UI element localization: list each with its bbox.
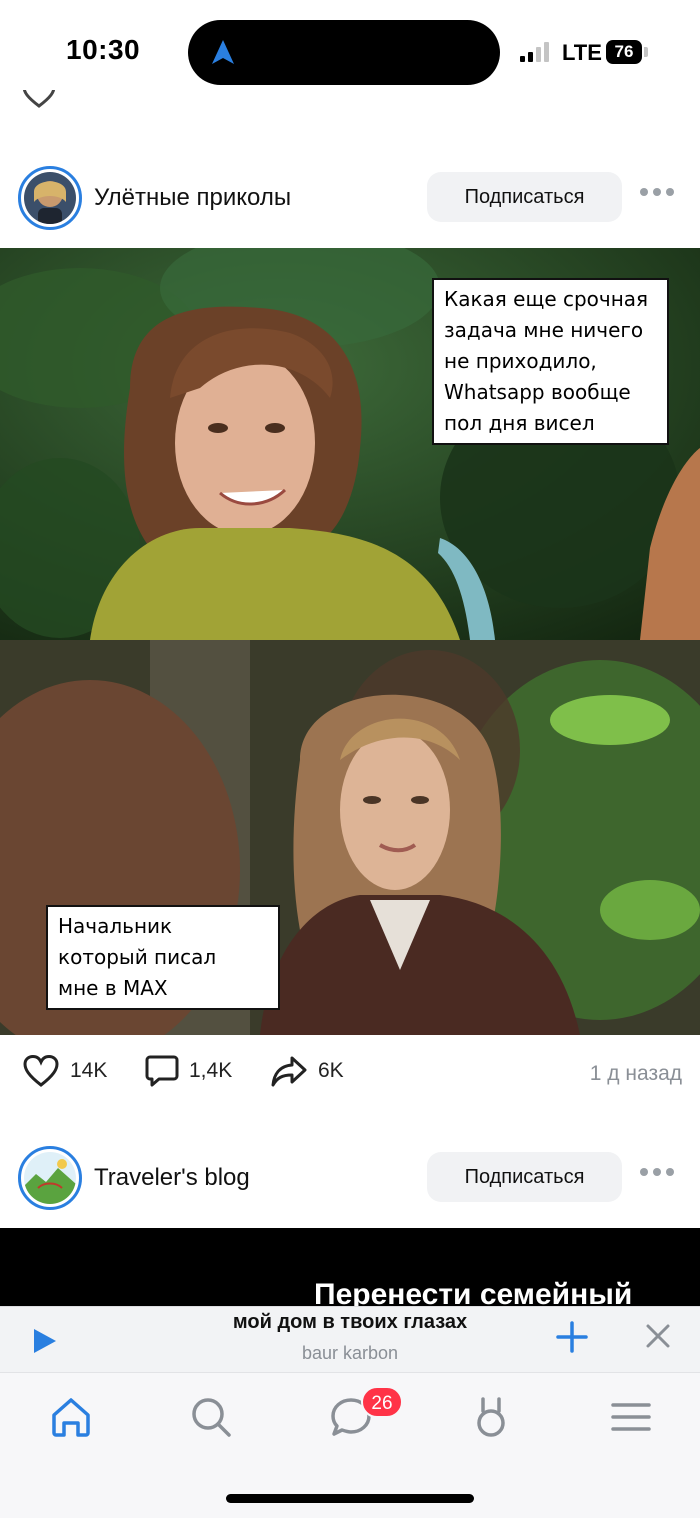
battery-icon: 76 — [606, 40, 642, 64]
video-overlay-text: Перенести семейный — [314, 1278, 633, 1308]
meme-caption-bottom: Начальник который писал мне в MAX — [46, 905, 280, 1010]
share-icon — [271, 1056, 307, 1087]
comment-button[interactable]: 1,4K — [145, 1054, 232, 1088]
share-count: 6K — [318, 1059, 344, 1082]
subscribe-button[interactable]: Подписаться — [427, 172, 622, 222]
like-count: 14K — [70, 1059, 108, 1082]
post-author[interactable]: Traveler's blog — [94, 1164, 250, 1192]
track-title: мой дом в твоих глазах — [232, 1311, 468, 1333]
battery-cap — [644, 47, 648, 57]
home-icon[interactable] — [49, 1395, 93, 1439]
track-artist: baur karbon — [301, 1343, 399, 1363]
mini-player[interactable]: мой дом в твоих глазах baur karbon — [0, 1306, 700, 1372]
meme-caption-top: Какая еще срочная задача мне ничего не п… — [432, 278, 669, 445]
comment-count: 1,4K — [189, 1059, 233, 1082]
post-author[interactable]: Улётные приколы — [94, 184, 291, 212]
navigation-arrow-icon — [212, 40, 234, 64]
more-options-icon[interactable] — [640, 1168, 674, 1176]
add-icon[interactable] — [556, 1321, 588, 1353]
more-options-icon[interactable] — [640, 188, 674, 196]
close-icon[interactable] — [645, 1323, 671, 1349]
post-time: 1 д назад — [589, 1062, 682, 1085]
menu-icon[interactable] — [609, 1395, 653, 1439]
post-actions: 14K 1,4K 6K 1 д назад — [0, 1050, 700, 1094]
post-header: Traveler's blog Подписаться — [0, 1138, 700, 1218]
status-time: 10:30 — [66, 34, 141, 65]
post-header: Улётные приколы Подписаться — [0, 158, 700, 238]
status-bar: 10:30 LTE 76 — [0, 0, 700, 90]
search-icon[interactable] — [189, 1395, 233, 1439]
services-icon[interactable] — [469, 1395, 513, 1439]
dynamic-island — [188, 20, 500, 85]
post-image[interactable]: Какая еще срочная задача мне ничего не п… — [0, 248, 700, 1035]
subscribe-button[interactable]: Подписаться — [427, 1152, 622, 1202]
like-button[interactable]: 14K — [22, 1054, 107, 1088]
home-indicator — [226, 1494, 474, 1503]
messages-badge: 26 — [361, 1386, 403, 1418]
network-type: LTE — [562, 40, 602, 65]
meme-top-panel: Какая еще срочная задача мне ничего не п… — [0, 248, 700, 640]
comment-icon — [145, 1055, 179, 1087]
post-video[interactable]: Перенести семейный — [0, 1228, 700, 1308]
heart-icon — [23, 1054, 59, 1087]
avatar[interactable] — [18, 1146, 82, 1210]
share-button[interactable]: 6K — [270, 1054, 344, 1088]
meme-bottom-panel: Начальник который писал мне в MAX — [0, 640, 700, 1035]
avatar[interactable] — [18, 166, 82, 230]
signal-icon — [520, 42, 549, 62]
